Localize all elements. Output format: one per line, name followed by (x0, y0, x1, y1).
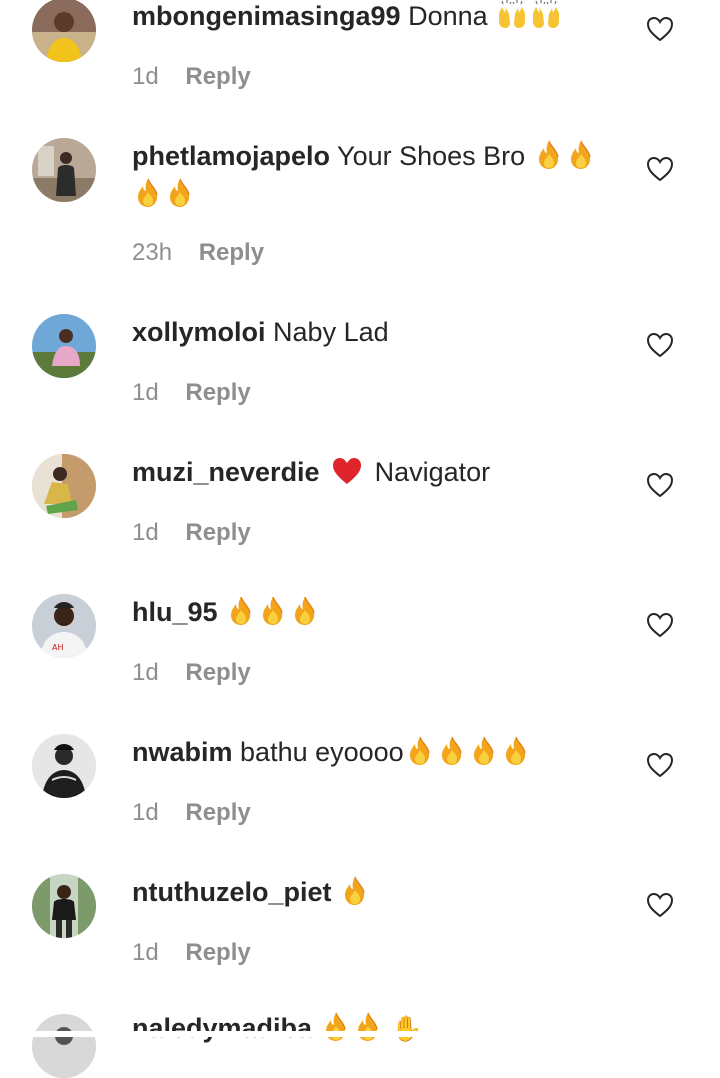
fire-emoji-icon (260, 596, 286, 626)
fire-emoji-icon (471, 736, 497, 766)
reply-button[interactable]: Reply (185, 63, 250, 90)
comment-meta: 1d Reply (132, 518, 251, 548)
avatar[interactable] (32, 0, 96, 62)
like-heart-icon[interactable] (646, 612, 674, 638)
like-heart-icon[interactable] (646, 752, 674, 778)
avatar[interactable] (32, 1014, 96, 1078)
comment-meta: 1d Reply (132, 378, 251, 408)
comment-body: xollymoloi Naby Lad (132, 314, 612, 350)
folded-hands-emoji-icon: ✋ (391, 1014, 423, 1043)
comment-body: hlu_95 (132, 594, 612, 630)
comment-time: 1d (132, 659, 159, 686)
fire-emoji-icon (135, 178, 161, 208)
like-heart-icon[interactable] (646, 892, 674, 918)
like-heart-icon[interactable] (646, 332, 674, 358)
like-heart-icon[interactable] (646, 472, 674, 498)
comment-body: mbongenimasinga99 Donna (132, 0, 612, 34)
comment-body: nwabim bathu eyoooo (132, 734, 612, 770)
fire-emoji-icon (439, 736, 465, 766)
comment-username[interactable]: mbongenimasinga99 (132, 1, 401, 31)
raising-hands-emoji-icon (530, 0, 562, 29)
avatar[interactable] (32, 734, 96, 798)
fire-emoji-icon (536, 140, 562, 170)
reply-button[interactable]: Reply (199, 239, 264, 266)
comment-username[interactable]: phetlamojapelo (132, 141, 330, 171)
comment-time: 1d (132, 939, 159, 966)
comment-text: Your Shoes Bro (337, 141, 526, 171)
comment-username[interactable]: naledymadiba (132, 1013, 312, 1043)
fire-emoji-icon (292, 596, 318, 626)
comment-time: 1d (132, 519, 159, 546)
like-heart-icon[interactable] (646, 156, 674, 182)
viewport-bottom-edge (0, 1031, 720, 1037)
comment-meta: 1d Reply (132, 62, 251, 92)
comment-text: Naby Lad (273, 317, 389, 347)
raising-hands-emoji-icon (496, 0, 528, 29)
comment-body-continued (132, 176, 612, 212)
comment-time: 23h (132, 239, 173, 266)
comment-username[interactable]: muzi_neverdie (132, 457, 320, 487)
comment-username[interactable]: nwabim (132, 737, 233, 767)
comment-meta: 1d Reply (132, 798, 251, 828)
comment-meta: 1d Reply (132, 658, 251, 688)
fire-emoji-icon (407, 736, 433, 766)
comment-body: ntuthuzelo_piet (132, 874, 612, 910)
fire-emoji-icon (323, 1012, 349, 1042)
reply-button[interactable]: Reply (185, 799, 250, 826)
comment-username[interactable]: hlu_95 (132, 597, 218, 627)
reply-button[interactable]: Reply (185, 659, 250, 686)
reply-button[interactable]: Reply (185, 519, 250, 546)
comment-time: 1d (132, 799, 159, 826)
comment-text: Donna (408, 1, 488, 31)
comment-time: 1d (132, 63, 159, 90)
avatar[interactable] (32, 454, 96, 518)
reply-button[interactable]: Reply (185, 939, 250, 966)
comment-meta: 1d Reply (132, 938, 251, 968)
fire-emoji-icon (167, 178, 193, 208)
avatar[interactable] (32, 314, 96, 378)
fire-emoji-icon (503, 736, 529, 766)
fire-emoji-icon (342, 876, 368, 906)
comment-meta: 23h Reply (132, 238, 264, 268)
comment-body: muzi_neverdie Navigator (132, 454, 612, 490)
comment-username[interactable]: ntuthuzelo_piet (132, 877, 331, 907)
comment-time: 1d (132, 379, 159, 406)
fire-emoji-icon (355, 1012, 381, 1042)
fire-emoji-icon (568, 140, 594, 170)
comment-body: naledymadiba ✋ (132, 1010, 612, 1047)
avatar[interactable]: AH (32, 594, 96, 658)
comment-text: Navigator (374, 457, 491, 487)
svg-text:AH: AH (52, 643, 64, 652)
comment-body: phetlamojapelo Your Shoes Bro (132, 138, 612, 174)
reply-button[interactable]: Reply (185, 379, 250, 406)
comment-username[interactable]: xollymoloi (132, 317, 266, 347)
fire-emoji-icon (228, 596, 254, 626)
avatar[interactable] (32, 874, 96, 938)
avatar[interactable] (32, 138, 96, 202)
comment-text: bathu eyoooo (240, 737, 404, 767)
like-heart-icon[interactable] (646, 16, 674, 42)
red-heart-emoji-icon (331, 456, 363, 486)
